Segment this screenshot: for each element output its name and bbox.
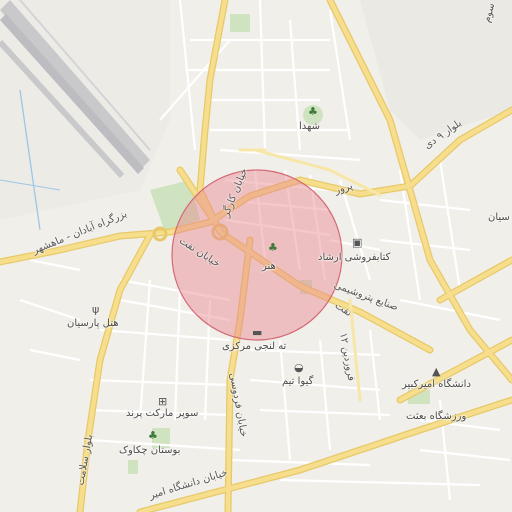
basket-icon: ◒ bbox=[294, 361, 304, 374]
tree-icon: ♣ bbox=[308, 105, 318, 118]
book-icon: ▣ bbox=[352, 236, 363, 249]
map-base-layer bbox=[0, 0, 512, 512]
label-honar[interactable]: هنر bbox=[262, 262, 276, 272]
school-icon: ▲ bbox=[432, 365, 441, 378]
restaurant-icon: ψ bbox=[92, 303, 100, 316]
label-varzeshgah[interactable]: ورزشگاه بعثت bbox=[406, 412, 466, 422]
label-hotel[interactable]: هتل پارسیان bbox=[67, 319, 119, 329]
label-bustan[interactable]: بوستان چکاوک bbox=[119, 446, 180, 456]
label-supermarket[interactable]: سوپر مارکت پرند bbox=[126, 409, 198, 419]
label-ketabforoushi[interactable]: کتابفروشی ارشاد bbox=[318, 253, 390, 263]
tree-icon: ♣ bbox=[148, 429, 158, 442]
tree-icon: ♣ bbox=[268, 241, 278, 254]
label-giva[interactable]: گیوا تیم bbox=[282, 377, 313, 387]
label-sian[interactable]: سیان bbox=[488, 213, 510, 223]
label-daneshgah-amirkabir[interactable]: دانشگاه امیرکبیر bbox=[402, 380, 471, 390]
map-view[interactable]: ♣ ♣ ▣ ψ ▬ ◒ ⊞ ♣ ▲ شهدا هنر کتابفروشی ارش… bbox=[0, 0, 512, 512]
cart-icon: ⊞ bbox=[158, 395, 168, 408]
shop-icon: ▬ bbox=[252, 326, 263, 339]
label-lanji[interactable]: ته لنجی مرکزی bbox=[222, 342, 286, 352]
label-shohada[interactable]: شهدا bbox=[299, 122, 320, 132]
